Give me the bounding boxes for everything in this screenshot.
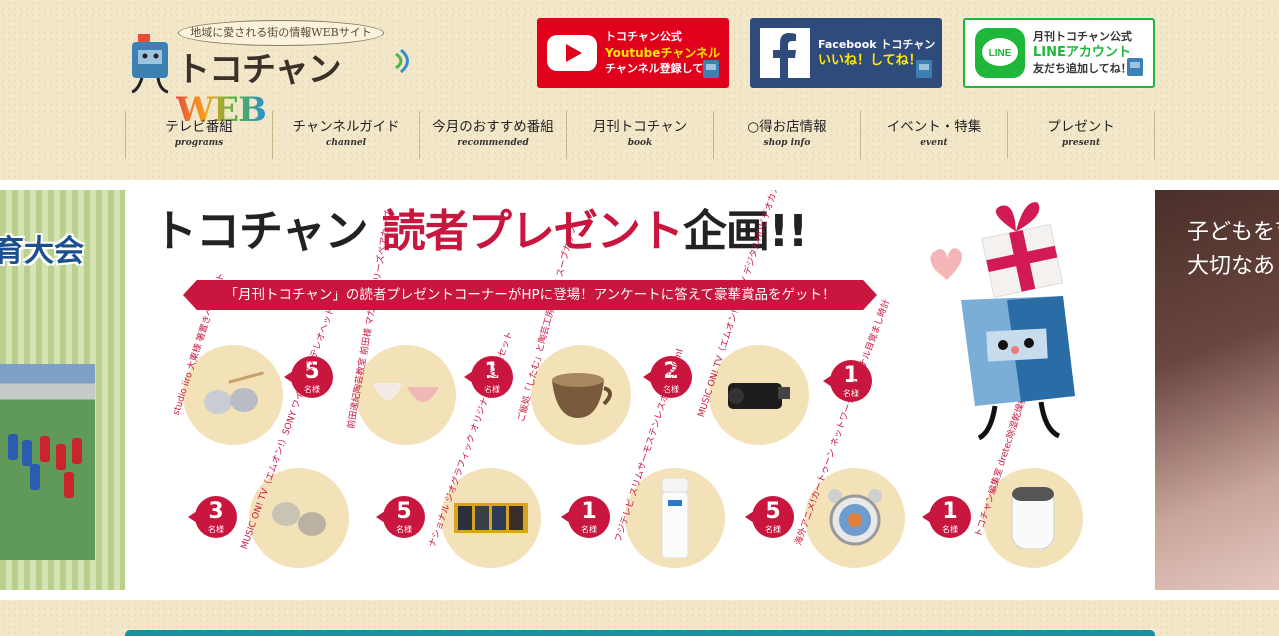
youtube-icon [547, 35, 597, 71]
nav-present[interactable]: プレゼント present [1007, 111, 1155, 159]
prize-count-badge: 3 名様 [188, 496, 237, 538]
nav-shop-info[interactable]: ○得お店情報 shop info [713, 111, 860, 159]
prev-slide-preview[interactable]: 育大会 [0, 190, 125, 590]
dehumidifier-icon [1011, 487, 1055, 549]
nav-programs[interactable]: テレビ番組 programs [125, 111, 272, 159]
macaron-cup-icon [373, 383, 439, 402]
line-text: 月刊トコチャン公式 LINEアカウント 友だち追加してね！ [1033, 30, 1132, 75]
svg-text:LINE: LINE [989, 48, 1012, 59]
prize-count-badge: 5 名様 [376, 496, 425, 538]
mascot-icon [131, 34, 169, 94]
next-slide-preview[interactable]: 子どもを育 大切なあ [1155, 190, 1279, 590]
mascot-icon [703, 60, 719, 78]
earphones-icon [272, 502, 326, 536]
facebook-icon [760, 28, 810, 78]
soup-cup-icon [552, 373, 612, 418]
soccer-photo [0, 364, 95, 560]
line-icon: LINE [975, 28, 1025, 78]
dvd-set-icon [454, 503, 528, 533]
site-logo[interactable]: 地域に愛される街の情報WEBサイト トコチャンWEB [124, 18, 424, 130]
prize-item [531, 345, 631, 445]
wifi-icon [395, 48, 409, 74]
banner-title: トコチャン 読者プレゼント企画!! [153, 206, 808, 257]
prize-item [356, 345, 456, 445]
prize-count-badge: 1 名様 [561, 496, 610, 538]
logo-tagline: 地域に愛される街の情報WEBサイト [178, 20, 384, 46]
nav-channel[interactable]: チャンネルガイド channel [272, 111, 419, 159]
prize-count-badge: 1 名様 [922, 496, 971, 538]
prev-slide-title: 育大会 [0, 234, 84, 269]
chopstick-rest-icon [204, 371, 264, 414]
nav-recommended[interactable]: 今月のおすすめ番組 recommended [419, 111, 566, 159]
main-nav: テレビ番組 programs チャンネルガイド channel 今月のおすすめ番… [125, 111, 1155, 159]
banner-ribbon: 「月刊トコチャン」の読者プレゼントコーナーがHPに登場！アンケートに答えて豪華賞… [183, 280, 877, 310]
present-campaign-banner[interactable]: トコチャン 読者プレゼント企画!! 「月刊トコチャン」の読者プレゼントコーナーが… [125, 190, 1155, 590]
nav-book[interactable]: 月刊トコチャン book [566, 111, 713, 159]
nav-event[interactable]: イベント・特集 event [860, 111, 1007, 159]
hero-slider: 育大会 トコチャン 読者プレゼント企画!! 「月刊トコチャン」の読者プレゼントコ… [0, 180, 1279, 600]
mascot-icon [916, 60, 932, 78]
section-header-bar [125, 630, 1155, 636]
gift-mascot-icon [930, 202, 1075, 441]
thermo-bottle-icon [661, 478, 689, 558]
alarm-clock-icon [828, 489, 882, 546]
facebook-like-button[interactable]: Facebook トコチャン いいね！してね！ [750, 18, 942, 88]
mascot-icon [1127, 58, 1143, 76]
line-account-button[interactable]: LINE 月刊トコチャン公式 LINEアカウント 友だち追加してね！ [963, 18, 1155, 88]
youtube-channel-button[interactable]: トコチャン公式 Youtubeチャンネル チャンネル登録してね！ [537, 18, 729, 88]
video-camera-icon [728, 383, 790, 409]
next-slide-text: 子どもを育 大切なあ [1187, 220, 1279, 279]
site-header: 地域に愛される街の情報WEBサイト トコチャンWEB トコチャン公式 Youtu… [0, 0, 1279, 180]
prize-count-badge: 5 名様 [745, 496, 794, 538]
